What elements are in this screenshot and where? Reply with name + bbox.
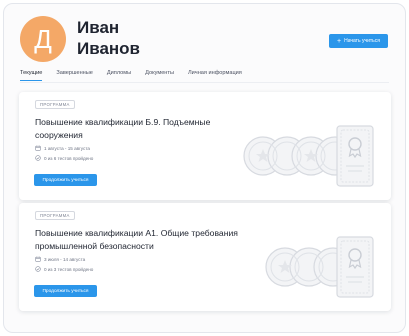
profile-header: Д Иван Иванов + Начать учиться [4, 4, 405, 66]
certificates-illustration [265, 236, 374, 298]
certificates-illustration [243, 125, 374, 187]
program-badge: ПРОГРАММА [35, 211, 75, 220]
plus-icon: + [337, 37, 342, 45]
course-title: Повышение квалификации А1. Общие требова… [35, 228, 238, 251]
course-dates-text: 3 июля - 14 августа [44, 256, 86, 262]
avatar: Д [20, 16, 66, 62]
start-learning-label: Начать учиться [344, 38, 380, 44]
tab-divider [20, 82, 389, 83]
course-tests-text: 0 из 3 тестов пройдено [44, 266, 94, 272]
tab-documents[interactable]: Документы [145, 70, 174, 81]
user-first-name: Иван [77, 18, 120, 37]
course-dates: 3 июля - 14 августа [35, 256, 85, 262]
course-dates-text: 1 августа - 15 августа [44, 145, 90, 151]
check-circle-icon [35, 266, 41, 272]
course-title: Повышение квалификации Б.9. Подъемные со… [35, 117, 211, 140]
course-tests: 0 из 3 тестов пройдено [35, 266, 93, 272]
course-card: ПРОГРАММА Повышение квалификации Б.9. По… [19, 92, 391, 200]
user-last-name: Иванов [77, 39, 141, 58]
course-tests-text: 0 из 6 тестов пройдено [44, 155, 94, 161]
tab-bar: Текущие Завершенные Дипломы Документы Ли… [20, 70, 242, 81]
course-tests: 0 из 6 тестов пройдено [35, 155, 93, 161]
continue-learning-button[interactable]: Продолжить учиться [34, 285, 97, 297]
course-card: ПРОГРАММА Повышение квалификации А1. Общ… [19, 203, 391, 311]
check-circle-icon [35, 155, 41, 161]
tab-completed[interactable]: Завершенные [56, 70, 93, 81]
continue-learning-button[interactable]: Продолжить учиться [34, 174, 97, 186]
start-learning-button[interactable]: + Начать учиться [329, 34, 388, 48]
tab-diplomas[interactable]: Дипломы [107, 70, 131, 81]
tab-personal-info[interactable]: Личная информация [188, 70, 242, 81]
tab-current[interactable]: Текущие [20, 70, 43, 81]
avatar-letter: Д [34, 23, 52, 54]
profile-panel: Д Иван Иванов + Начать учиться Текущие З… [3, 3, 406, 333]
course-dates: 1 августа - 15 августа [35, 145, 90, 151]
program-badge: ПРОГРАММА [35, 100, 75, 109]
calendar-icon [35, 145, 41, 151]
calendar-icon [35, 256, 41, 262]
